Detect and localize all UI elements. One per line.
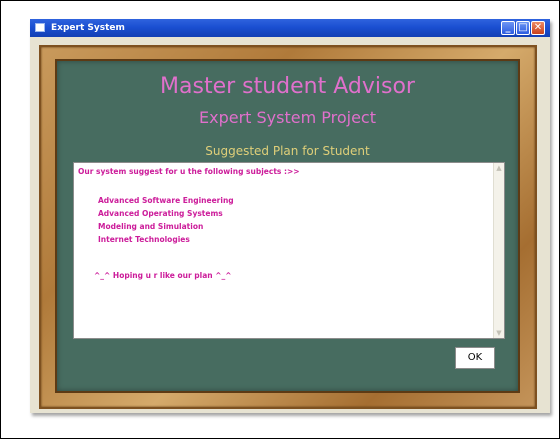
app-icon (35, 23, 45, 32)
vertical-scrollbar[interactable]: ▲ ▼ (493, 163, 504, 338)
project-subheading: Expert System Project (198, 108, 376, 127)
subject-item: Advanced Software Engineering (98, 196, 234, 205)
expert-system-window: Expert System _ □ ✕ Master student Advis… (30, 19, 550, 413)
subject-item: Advanced Operating Systems (98, 209, 223, 218)
scroll-up-icon[interactable]: ▲ (495, 164, 503, 172)
title-bar[interactable]: Expert System _ □ ✕ (30, 19, 550, 37)
intro-text: Our system suggest for u the following s… (78, 167, 300, 176)
app-heading: Master student Advisor (160, 74, 415, 99)
closing-text: ^_^ Hoping u r like our plan ^_^ (94, 271, 232, 280)
subject-item: Internet Technologies (98, 235, 190, 244)
minimize-button[interactable]: _ (501, 21, 515, 35)
chalkboard: Master student Advisor Expert System Pro… (55, 59, 520, 393)
subject-item: Modeling and Simulation (98, 222, 204, 231)
scroll-down-icon[interactable]: ▼ (495, 329, 503, 337)
window-title: Expert System (51, 23, 125, 33)
plan-title: Suggested Plan for Student (205, 144, 370, 158)
ok-button[interactable]: OK (455, 347, 495, 369)
suggested-plan-textarea[interactable]: Our system suggest for u the following s… (73, 162, 505, 339)
wooden-frame: Master student Advisor Expert System Pro… (39, 45, 537, 409)
close-button[interactable]: ✕ (531, 21, 545, 35)
maximize-button[interactable]: □ (516, 21, 530, 35)
